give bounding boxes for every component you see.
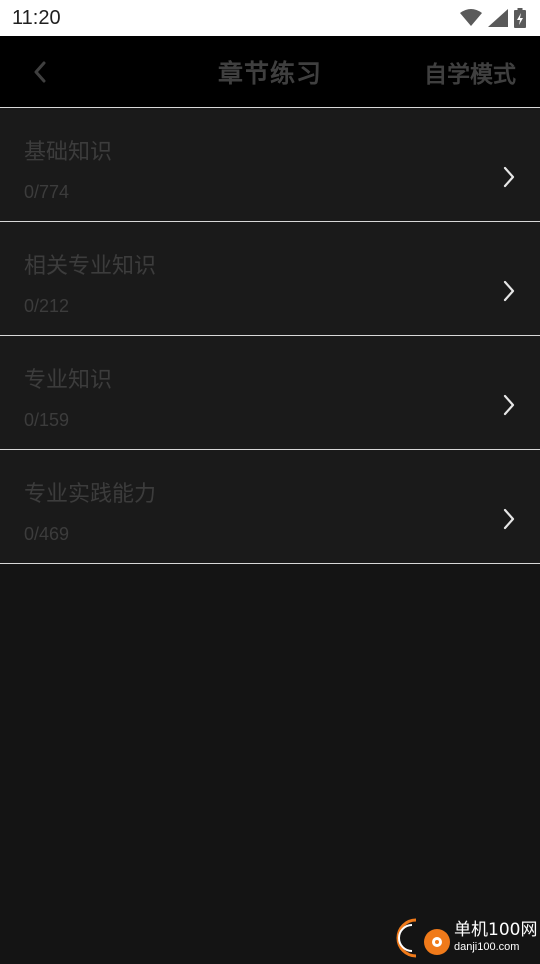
self-study-mode-button[interactable]: 自学模式 [424, 36, 516, 108]
watermark-url: danji100.com [454, 941, 520, 953]
chapter-item-basic-knowledge[interactable]: 基础知识 0/774 [0, 108, 540, 222]
chapter-name: 基础知识 [24, 140, 113, 165]
chevron-right-icon [503, 508, 515, 530]
chapter-item-professional-knowledge[interactable]: 专业知识 0/159 [0, 336, 540, 450]
chapter-progress: 0/774 [24, 182, 70, 202]
chapter-name: 专业知识 [24, 368, 113, 393]
chevron-right-icon [503, 394, 515, 416]
watermark-site-name: 单机100网 [454, 920, 538, 940]
status-bar: 11:20 [0, 0, 540, 36]
status-time: 11:20 [12, 6, 61, 29]
back-button[interactable] [22, 54, 58, 90]
chapter-progress: 0/159 [24, 410, 70, 430]
chapter-name: 相关专业知识 [24, 254, 157, 279]
watermark: 单机100网 danji100.com [390, 914, 540, 960]
watermark-logo-icon [390, 914, 452, 960]
chevron-left-icon [34, 61, 46, 83]
chevron-right-icon [503, 280, 515, 302]
nav-bar: 章节练习 自学模式 [0, 36, 540, 108]
status-icons [460, 8, 526, 28]
battery-icon [514, 8, 526, 28]
watermark-text: 单机100网 danji100.com [454, 920, 537, 954]
chapter-progress: 0/469 [24, 524, 70, 544]
chapter-item-practice-ability[interactable]: 专业实践能力 0/469 [0, 450, 540, 564]
wifi-icon [460, 9, 482, 26]
chapter-item-related-knowledge[interactable]: 相关专业知识 0/212 [0, 222, 540, 336]
chevron-right-icon [503, 166, 515, 188]
chapter-progress: 0/212 [24, 296, 70, 316]
chapter-list: 基础知识 0/774 相关专业知识 0/212 专业知识 0/159 专业实践能… [0, 108, 540, 564]
chapter-name: 专业实践能力 [24, 482, 157, 507]
signal-icon [488, 9, 508, 27]
